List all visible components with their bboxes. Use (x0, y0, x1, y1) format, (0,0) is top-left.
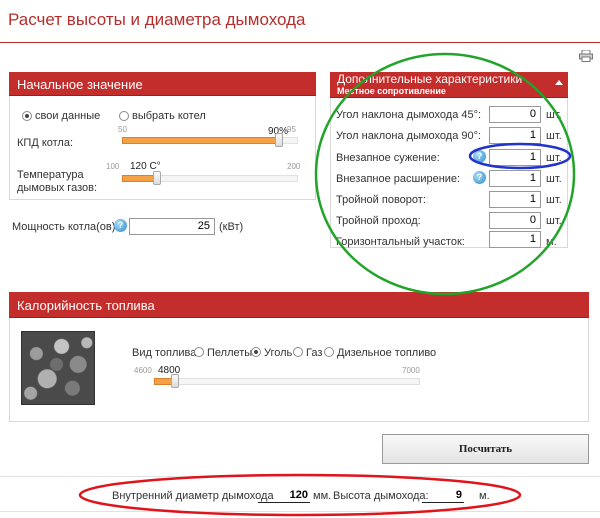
diameter-output: 120 (258, 489, 310, 503)
initial-values-header: Начальное значение (9, 72, 316, 96)
horizontal-section-input[interactable]: 1 (489, 231, 541, 248)
temperature-label: Температура дымовых газов: (17, 169, 98, 194)
extra-row-unit: шт. (546, 215, 562, 227)
extra-row-unit: м. (546, 236, 557, 248)
local-resistance-subtitle: Местное сопротивление (337, 86, 446, 96)
sudden-expansion-help-icon[interactable]: ? (473, 171, 486, 184)
power-unit: (кВт) (219, 221, 244, 233)
fuel-calorific-panel: Калорийность топлива Вид топлива: Пеллет… (9, 292, 589, 422)
power-label: Мощность котла(ов): (12, 221, 119, 233)
kpd-label: КПД котла: (17, 137, 74, 149)
temperature-slider-track[interactable] (122, 175, 298, 182)
extra-row-label: Тройной поворот: (336, 194, 426, 206)
calculate-button[interactable]: Посчитать (382, 434, 589, 464)
fuel-calorific-header: Калорийность топлива (9, 292, 589, 318)
kpd-slider-track[interactable] (122, 137, 298, 144)
fuel-option-coal[interactable]: Уголь (264, 347, 292, 360)
diameter-label: Внутренний диаметр дымохода (112, 490, 274, 502)
fuel-option-gas[interactable]: Газ (306, 347, 322, 360)
power-help-icon[interactable]: ? (114, 219, 127, 232)
temperature-slider-handle[interactable] (153, 171, 161, 185)
fuel-calorific-title: Калорийность топлива (17, 298, 155, 313)
fuel-option-pellets[interactable]: Пеллеты (207, 347, 252, 360)
extra-row-label: Горизонтальный участок: (336, 236, 465, 248)
temperature-min: 100 (106, 162, 120, 171)
temperature-max: 200 (287, 162, 301, 171)
extra-row-label: Внезапное сужение: (336, 152, 440, 164)
result-divider (0, 476, 600, 477)
sudden-narrowing-input[interactable]: 1 (489, 149, 541, 166)
extra-row-label: Угол наклона дымохода 45°: (336, 109, 482, 121)
fuel-radio-coal[interactable] (251, 347, 261, 357)
footer-divider (0, 511, 600, 512)
extra-row-label: Угол наклона дымохода 90°: (336, 130, 482, 142)
title-divider (0, 42, 600, 43)
fuel-radio-gas[interactable] (293, 347, 303, 357)
radio-select-boiler[interactable] (119, 111, 129, 121)
height-label: Высота дымохода: (333, 490, 429, 502)
collapse-arrow-icon[interactable] (555, 80, 563, 85)
extra-row-label: Тройной проход: (336, 215, 421, 227)
extra-row-unit: шт. (546, 130, 562, 142)
triple-turn-input[interactable]: 1 (489, 191, 541, 208)
triple-pass-input[interactable]: 0 (489, 212, 541, 229)
extra-row-unit: шт. (546, 109, 562, 121)
height-unit: м. (479, 490, 490, 502)
extra-characteristics-title: Дополнительные характеристики (337, 72, 523, 86)
fuel-max: 7000 (402, 366, 420, 375)
extra-characteristics-panel: Дополнительные характеристики Местное со… (330, 72, 568, 248)
diameter-unit: мм. (313, 490, 332, 502)
height-output: 9 (422, 489, 464, 503)
angle-45-input[interactable]: 0 (489, 106, 541, 123)
extra-row-unit: шт. (546, 194, 562, 206)
initial-values-panel: Начальное значение свои данные выбрать к… (9, 72, 316, 200)
kpd-min: 50 (118, 125, 127, 134)
kpd-slider-fill (122, 137, 279, 144)
angle-90-input[interactable]: 1 (489, 127, 541, 144)
power-input[interactable]: 25 (129, 218, 215, 235)
fuel-type-label: Вид топлива: (132, 347, 200, 359)
sudden-narrowing-help-icon[interactable]: ? (473, 150, 486, 163)
fuel-slider-handle[interactable] (171, 374, 179, 388)
fuel-radio-diesel[interactable] (324, 347, 334, 357)
kpd-slider-handle[interactable] (275, 133, 283, 147)
initial-values-title: Начальное значение (17, 77, 143, 92)
temperature-slider-fill (122, 175, 157, 182)
fuel-option-diesel[interactable]: Дизельное топливо (337, 347, 436, 360)
extra-row-label: Внезапное расширение: (336, 173, 461, 185)
fuel-radio-pellets[interactable] (194, 347, 204, 357)
page-title: Расчет высоты и диаметра дымохода (8, 10, 306, 29)
fuel-slider-track[interactable] (154, 378, 420, 385)
extra-row-unit: шт. (546, 173, 562, 185)
sudden-expansion-input[interactable]: 1 (489, 170, 541, 187)
extra-characteristics-header: Дополнительные характеристики Местное со… (330, 72, 568, 98)
radio-own-data[interactable] (22, 111, 32, 121)
extra-row-unit: шт. (546, 152, 562, 164)
radio-own-data-label[interactable]: свои данные (35, 110, 100, 123)
kpd-max: 95 (287, 125, 296, 134)
radio-select-boiler-label[interactable]: выбрать котел (132, 110, 206, 123)
print-icon[interactable] (579, 50, 593, 62)
fuel-min: 4600 (134, 366, 152, 375)
coal-image (21, 331, 95, 405)
